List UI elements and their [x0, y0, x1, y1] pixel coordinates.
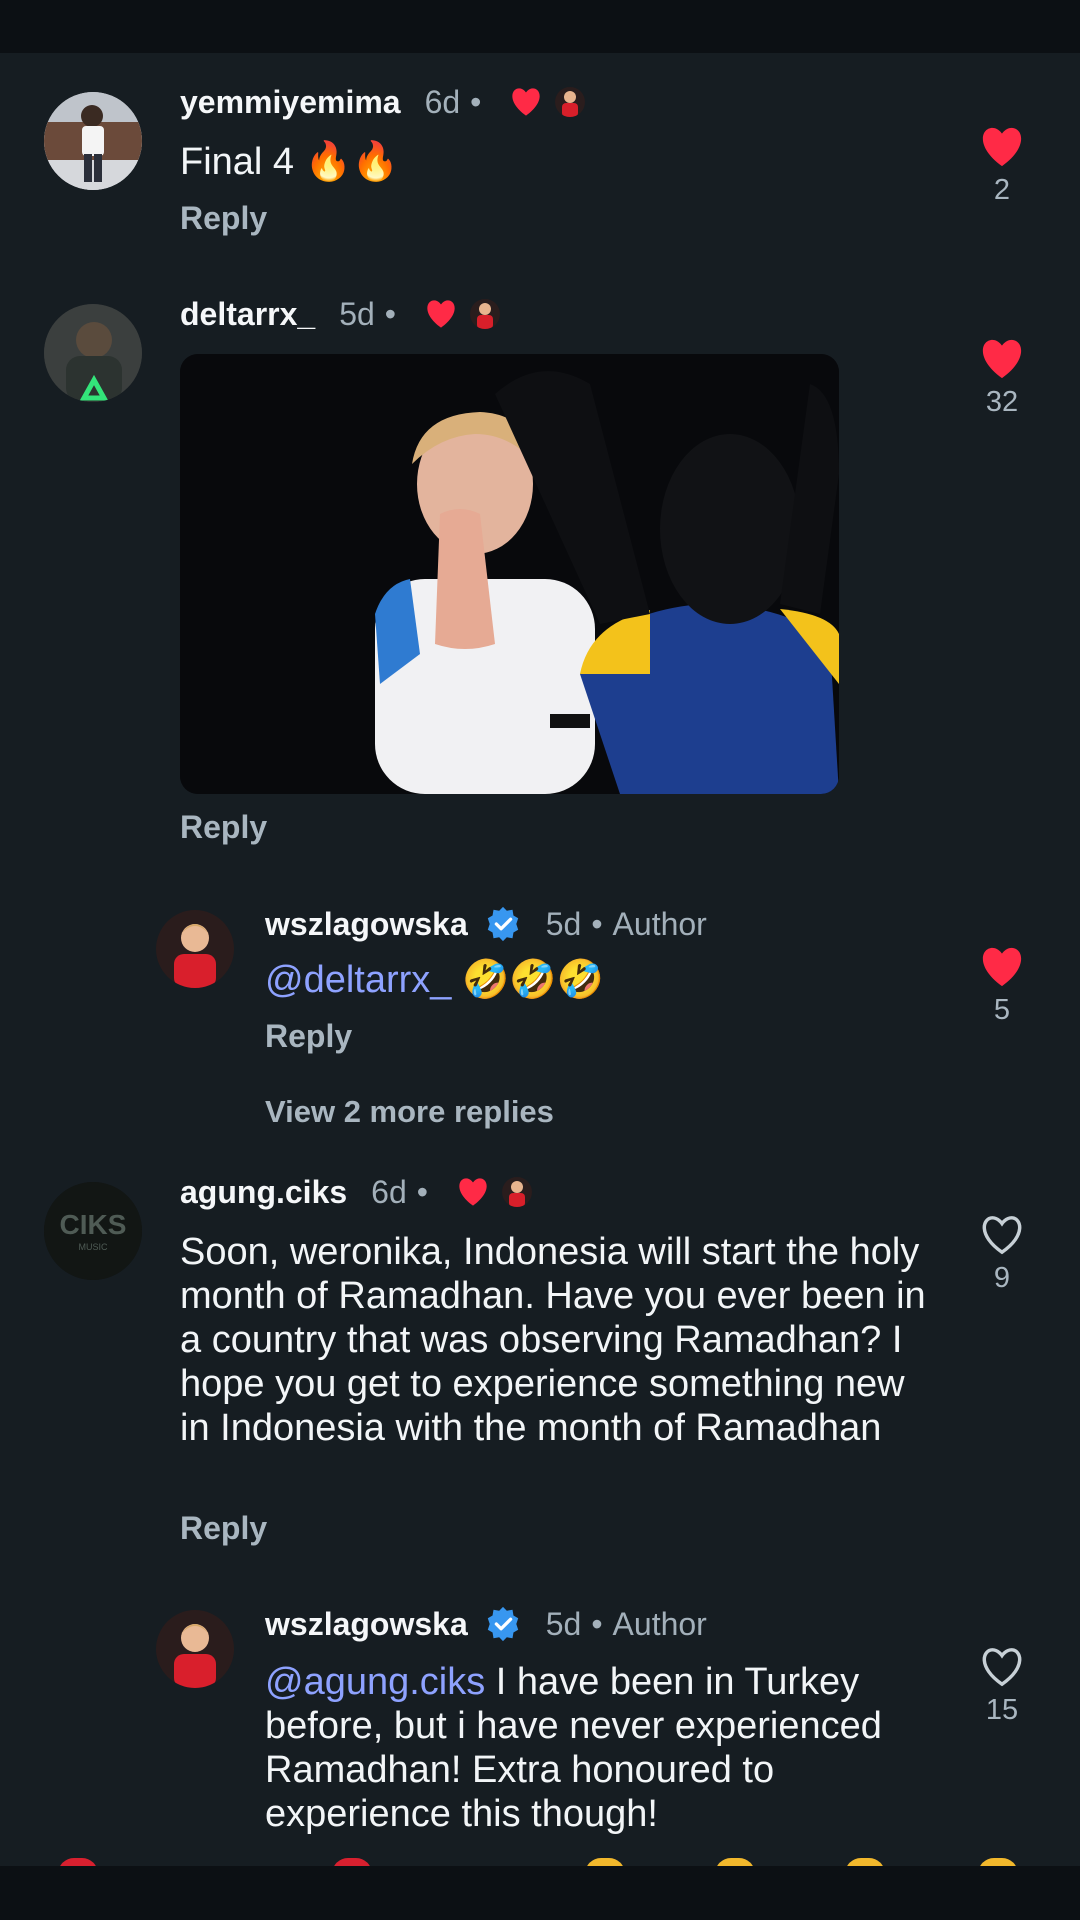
avatar[interactable] — [44, 304, 142, 402]
creator-avatar-icon — [469, 299, 500, 329]
heart-outline-icon — [982, 1648, 1022, 1687]
heart-icon — [982, 339, 1022, 379]
like-count: 32 — [985, 386, 1019, 418]
comment-text: Soon, weronika, Indonesia will start the… — [180, 1231, 926, 1449]
comment-text: @agung.ciks I have been in Turkey before… — [265, 1661, 882, 1835]
emoji-icon[interactable] — [978, 1858, 1018, 1866]
gif-attachment[interactable] — [180, 354, 839, 794]
mention-link[interactable]: @agung.ciks — [265, 1661, 485, 1703]
author-label: Author — [612, 1605, 707, 1642]
emoji-icon[interactable] — [585, 1858, 625, 1866]
creator-liked-heart-icon — [459, 1178, 487, 1206]
like-button[interactable]: 2 — [972, 126, 1032, 207]
system-navigation-bar — [0, 1866, 1080, 1920]
like-count: 5 — [993, 994, 1011, 1026]
timestamp: 5d — [545, 905, 582, 942]
avatar[interactable] — [156, 1610, 234, 1688]
username[interactable]: yemmiyemima — [180, 84, 401, 121]
timestamp: 6d — [371, 1173, 407, 1210]
heart-outline-icon — [982, 1216, 1022, 1255]
username[interactable]: wszlagowska — [265, 906, 468, 943]
verified-badge-icon — [487, 1606, 518, 1642]
username[interactable]: agung.ciks — [180, 1174, 347, 1211]
reply-button[interactable]: Reply — [180, 200, 267, 237]
heart-icon — [982, 947, 1022, 987]
svg-text:CIKS: CIKS — [60, 1209, 127, 1240]
comment-text: @deltarrx_ 🤣🤣🤣 — [265, 959, 604, 1001]
emoji-icon[interactable] — [715, 1858, 755, 1866]
emoji-reaction-bar[interactable] — [0, 1858, 1080, 1866]
emoji-icon[interactable] — [845, 1858, 885, 1866]
separator-dot: • — [384, 295, 396, 332]
like-count: 15 — [985, 1694, 1019, 1726]
creator-liked-heart-icon — [427, 300, 455, 328]
avatar[interactable] — [44, 92, 142, 190]
reply-button[interactable]: Reply — [265, 1018, 352, 1055]
heart-icon — [982, 127, 1022, 167]
username[interactable]: wszlagowska — [265, 1606, 468, 1643]
emoji-icon[interactable] — [332, 1858, 372, 1866]
timestamp: 5d — [545, 1605, 582, 1642]
mention-link[interactable]: @deltarrx_ — [265, 959, 451, 1001]
status-bar — [0, 0, 1080, 53]
creator-liked-heart-icon — [512, 88, 541, 116]
view-more-replies-button[interactable]: View 2 more replies — [265, 1094, 554, 1130]
like-button[interactable]: 9 — [972, 1214, 1032, 1295]
verified-badge-icon — [487, 906, 518, 942]
like-count: 9 — [993, 1262, 1011, 1294]
like-button[interactable]: 15 — [972, 1646, 1032, 1727]
avatar[interactable] — [156, 910, 234, 988]
reply-button[interactable]: Reply — [180, 1510, 267, 1547]
creator-avatar-icon — [555, 87, 586, 117]
username[interactable]: deltarrx_ — [180, 296, 315, 333]
like-button[interactable]: 5 — [972, 946, 1032, 1027]
author-label: Author — [612, 905, 707, 942]
creator-avatar-icon — [501, 1177, 532, 1207]
separator-dot: • — [591, 1605, 603, 1642]
svg-text:MUSIC: MUSIC — [79, 1242, 109, 1252]
separator-dot: • — [470, 83, 482, 120]
timestamp: 5d — [339, 295, 375, 332]
timestamp: 6d — [424, 83, 461, 120]
like-button[interactable]: 32 — [972, 338, 1032, 419]
like-count: 2 — [993, 174, 1011, 206]
reply-button[interactable]: Reply — [180, 809, 267, 846]
separator-dot: • — [416, 1173, 428, 1210]
avatar[interactable]: CIKS MUSIC — [44, 1182, 142, 1280]
separator-dot: • — [591, 905, 603, 942]
emoji-icon[interactable] — [58, 1858, 98, 1866]
comment-text: Final 4 🔥🔥 — [180, 141, 400, 183]
